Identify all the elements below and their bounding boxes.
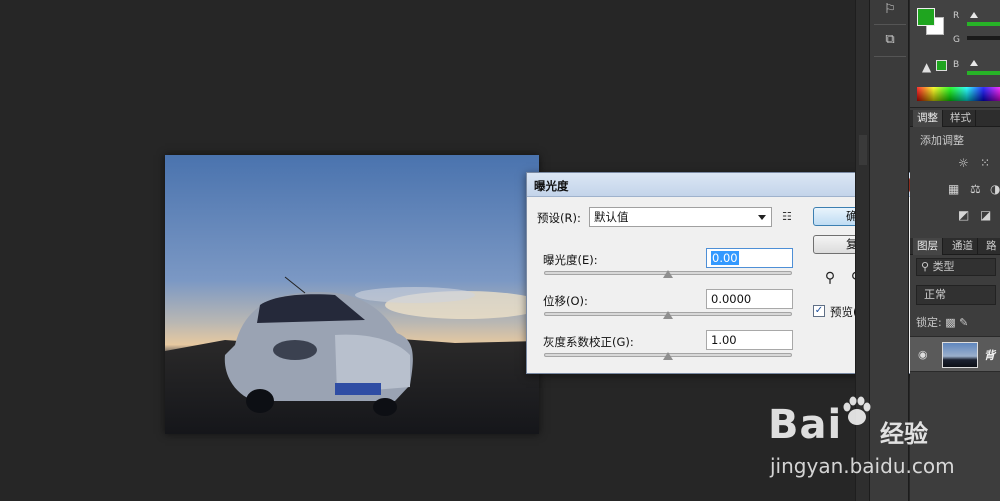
- gamma-input[interactable]: 1.00: [706, 330, 793, 350]
- offset-label: 位移(O):: [543, 294, 588, 308]
- color-panel: ▲ R G B: [910, 0, 1000, 108]
- adjustments-tabbar: 调整 样式: [910, 110, 1000, 127]
- car-photo-image: [165, 155, 539, 434]
- lock-label: 锁定:: [916, 316, 942, 329]
- tab-paths[interactable]: 路: [982, 238, 1000, 255]
- layer-row[interactable]: ◉ 背: [910, 336, 1000, 372]
- levels-adjustment-icon[interactable]: ⁙: [980, 156, 990, 170]
- tab-adjustments[interactable]: 调整: [913, 110, 943, 127]
- channel-g-slider[interactable]: [967, 36, 1000, 40]
- gamma-value: 1.00: [711, 333, 737, 347]
- channel-b-thumb[interactable]: [970, 60, 978, 66]
- history-panel-icon[interactable]: ⚐: [878, 0, 902, 20]
- search-icon: ⚲: [921, 260, 933, 273]
- gamma-slider-thumb[interactable]: [663, 352, 673, 360]
- dialog-title: 曝光度: [534, 179, 569, 193]
- watermark-brand: Bai: [768, 402, 843, 448]
- blend-mode-select[interactable]: 正常: [916, 285, 996, 305]
- eye-icon[interactable]: ◉: [918, 348, 928, 361]
- dock-separator: [874, 56, 906, 57]
- workspace: 曝光度 ✕ 预设(R): 默认值 ☷ 曝光度(E): 0.00 位移(O): 0…: [0, 0, 1000, 501]
- layers-tabbar: 图层 通道 路: [910, 238, 1000, 255]
- out-of-gamut-warning-icon[interactable]: ▲: [922, 60, 931, 74]
- layer-name[interactable]: 背: [984, 347, 995, 363]
- brightness-adjustment-icon[interactable]: ☼: [958, 156, 969, 170]
- foreground-color-swatch[interactable]: [917, 8, 935, 26]
- black-point-eyedropper-button[interactable]: ⚲: [819, 267, 841, 289]
- chevron-down-icon: [758, 215, 766, 220]
- preset-select[interactable]: 默认值: [589, 207, 772, 227]
- tab-layers[interactable]: 图层: [913, 238, 943, 255]
- gamut-color-swatch[interactable]: [936, 60, 947, 71]
- color-spectrum-ramp[interactable]: [917, 87, 1000, 101]
- exposure-label: 曝光度(E):: [543, 253, 598, 267]
- paw-logo-icon: [843, 396, 871, 425]
- channel-b-label: B: [953, 60, 960, 70]
- check-icon: ✓: [814, 305, 824, 316]
- preview-checkbox[interactable]: ✓: [813, 305, 825, 317]
- black-white-adjustment-icon[interactable]: ◑: [990, 182, 1000, 196]
- channel-b-slider[interactable]: [967, 71, 1000, 75]
- lock-row: 锁定: ▩ ✎: [916, 314, 968, 330]
- invert-adjustment-icon[interactable]: ◩: [958, 208, 969, 222]
- channel-g-label: G: [953, 35, 960, 45]
- watermark-product: 经验: [880, 420, 928, 448]
- exposure-value: 0.00: [711, 251, 739, 265]
- offset-value: 0.0000: [711, 292, 752, 306]
- channel-r-slider[interactable]: [967, 22, 1000, 26]
- preset-label: 预设(R):: [537, 211, 581, 225]
- layer-filter-value: 类型: [932, 260, 955, 273]
- gamma-label: 灰度系数校正(G):: [543, 335, 634, 349]
- layer-filter-select[interactable]: ⚲ 类型: [916, 258, 996, 276]
- gradient-map-adjustment-icon[interactable]: ◪: [980, 208, 991, 222]
- preset-value: 默认值: [594, 210, 629, 224]
- exposure-input[interactable]: 0.00: [706, 248, 793, 268]
- channel-r-label: R: [953, 11, 960, 21]
- dock-separator: [874, 24, 906, 25]
- add-adjustment-title: 添加调整: [920, 134, 964, 147]
- layer-thumbnail: [942, 342, 978, 368]
- lock-transparent-icon[interactable]: ▩: [945, 316, 955, 329]
- channel-r-thumb[interactable]: [970, 12, 978, 18]
- watermark-url: jingyan.baidu.com: [770, 454, 955, 478]
- exposure-slider-thumb[interactable]: [663, 270, 673, 278]
- lock-brush-icon[interactable]: ✎: [959, 316, 968, 329]
- offset-input[interactable]: 0.0000: [706, 289, 793, 309]
- tab-channels[interactable]: 通道: [948, 238, 978, 255]
- scrollbar-thumb[interactable]: [859, 135, 867, 165]
- document-canvas-photo[interactable]: [165, 155, 539, 434]
- preset-options-menu-icon[interactable]: ☷: [782, 210, 792, 223]
- offset-slider-thumb[interactable]: [663, 311, 673, 319]
- color-balance-adjustment-icon[interactable]: ⚖: [970, 182, 981, 196]
- black-point-eyedropper-icon: ⚲: [824, 270, 836, 286]
- 3d-panel-icon[interactable]: ⧉: [878, 30, 902, 50]
- tab-styles[interactable]: 样式: [946, 110, 976, 127]
- hue-saturation-adjustment-icon[interactable]: ▦: [948, 182, 959, 196]
